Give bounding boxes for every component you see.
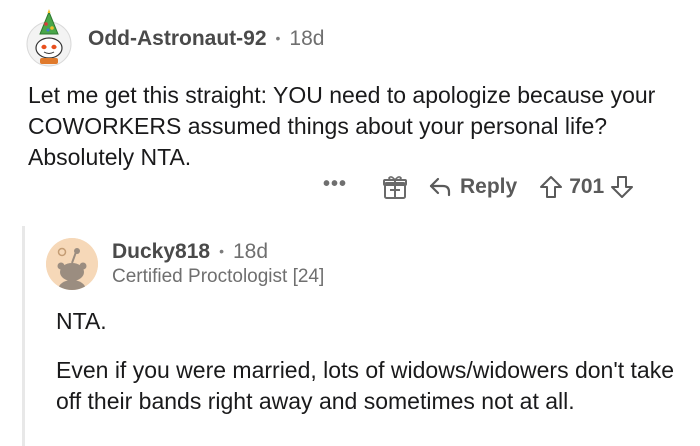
snoo-avatar-icon xyxy=(26,9,72,67)
separator-dot: • xyxy=(219,243,224,259)
parent-comment-body: Let me get this straight: YOU need to ap… xyxy=(28,80,678,173)
thread-line[interactable] xyxy=(22,226,25,446)
downvote-arrow-icon[interactable] xyxy=(610,175,634,199)
comment-age: 18d xyxy=(289,27,325,50)
separator-dot: • xyxy=(275,30,281,46)
parent-comment-header: Odd-Astronaut-92 • 18d xyxy=(22,8,324,68)
reply-comment-header: Ducky818 • 18d Certified Proctologist [2… xyxy=(46,238,324,290)
reply-arrow-icon xyxy=(429,177,451,197)
user-flair: Certified Proctologist [24] xyxy=(112,266,325,287)
parent-comment-meta: Odd-Astronaut-92 • 18d xyxy=(88,27,324,51)
user-avatar[interactable] xyxy=(22,8,76,68)
comment-age: 18d xyxy=(232,240,269,263)
snoo-avatar-icon xyxy=(46,238,98,290)
comment-text: Let me get this straight: YOU need to ap… xyxy=(28,82,656,170)
user-avatar[interactable] xyxy=(46,238,98,290)
reply-comment-meta: Ducky818 • 18d Certified Proctologist [2… xyxy=(112,240,324,288)
more-options-button[interactable]: ••• xyxy=(320,173,350,196)
comment-paragraph: Even if you were married, lots of widows… xyxy=(56,357,674,414)
vote-controls: 701 xyxy=(539,175,634,199)
reply-button[interactable]: Reply xyxy=(428,175,517,199)
reply-comment-body: NTA. Even if you were married, lots of w… xyxy=(56,306,686,435)
comment-paragraph: NTA. xyxy=(56,308,107,334)
username[interactable]: Odd-Astronaut-92 xyxy=(88,27,267,51)
username[interactable]: Ducky818 xyxy=(112,240,210,264)
reply-label: Reply xyxy=(460,175,518,198)
vote-count: 701 xyxy=(569,175,605,198)
gift-icon[interactable] xyxy=(382,174,408,200)
comment-action-bar: ••• Reply 701 xyxy=(320,172,634,202)
upvote-arrow-icon[interactable] xyxy=(539,175,563,199)
